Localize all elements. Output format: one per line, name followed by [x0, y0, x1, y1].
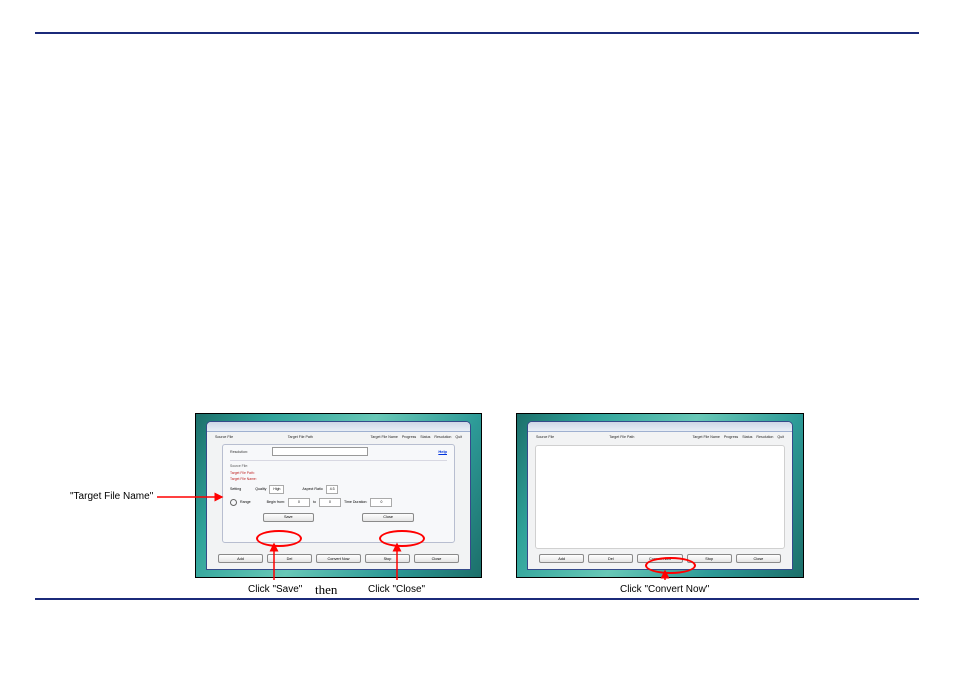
toolbar-convert[interactable]: Convert Now	[316, 554, 361, 563]
time-label: Time Duration:	[344, 500, 367, 504]
col-source-file: Source File	[215, 435, 233, 439]
col-target-path-r: Target File Path	[609, 435, 634, 439]
screenshot-right: Source File Target File Path Target File…	[516, 413, 804, 578]
begin-label: Begin from:	[267, 500, 285, 504]
convert-highlight-circle	[645, 557, 696, 574]
app-window-right: Source File Target File Path Target File…	[527, 421, 793, 570]
range-label: Range	[240, 500, 251, 504]
column-headers: Source File Target File Path Target File…	[207, 432, 470, 442]
content-body-r	[535, 445, 785, 549]
range-row: Range Begin from: 0 to 0 Time Duration: …	[223, 496, 454, 509]
column-headers-r: Source File Target File Path Target File…	[528, 432, 792, 442]
close-highlight-circle	[379, 530, 425, 547]
separator	[230, 460, 447, 461]
save-button[interactable]: Save	[263, 513, 314, 522]
resolution-input[interactable]	[272, 447, 368, 456]
app-window-left: Source File Target File Path Target File…	[206, 421, 471, 570]
callout-then: then	[315, 582, 337, 598]
toolbar-add[interactable]: Add	[218, 554, 263, 563]
annotation-overlay	[0, 0, 954, 691]
col-right-group-r: Target File Name Progress Status Resolut…	[689, 435, 784, 439]
callout-click-save: Click "Save"	[248, 584, 302, 595]
close-button[interactable]: Close	[362, 513, 414, 522]
toolbar-close[interactable]: Close	[414, 554, 459, 563]
toolbar-del[interactable]: Del	[267, 554, 312, 563]
settings-dialog: Resolution: Help Source File: Target Fil…	[222, 444, 455, 543]
dialog-help-link[interactable]: Help	[438, 449, 447, 454]
col-source-file-r: Source File	[536, 435, 554, 439]
quality-select[interactable]: High	[269, 485, 284, 494]
resolution-row: Resolution: Help	[223, 445, 454, 458]
toolbar-del-r[interactable]: Del	[588, 554, 633, 563]
save-highlight-circle	[256, 530, 302, 547]
dialog-button-row: Save Close	[223, 509, 454, 526]
resolution-label: Resolution:	[230, 450, 272, 454]
source-file-label: Source File:	[223, 463, 454, 470]
aspect-label: Aspect Ratio	[302, 487, 322, 491]
callout-click-convert: Click "Convert Now"	[620, 584, 709, 595]
aspect-select[interactable]: 4:3	[326, 485, 339, 494]
top-rule	[35, 32, 919, 34]
target-file-path-label: Target File Path:	[223, 470, 454, 477]
setting-row: Setting Quality High Aspect Ratio 4:3	[223, 483, 454, 496]
quality-label: Quality	[255, 487, 266, 491]
to-spin[interactable]: 0	[319, 498, 341, 507]
window-titlebar	[207, 422, 470, 432]
setting-label: Setting	[230, 487, 241, 491]
col-right-group: Target File Name Progress Status Resolut…	[367, 435, 462, 439]
toolbar-close-r[interactable]: Close	[736, 554, 781, 563]
target-file-name-label: Target File Name:	[223, 476, 454, 483]
to-label: to	[313, 500, 316, 504]
range-radio[interactable]	[230, 499, 237, 506]
bottom-toolbar-left: Add Del Convert Now Stop Close	[216, 554, 461, 563]
begin-spin[interactable]: 0	[288, 498, 310, 507]
screenshot-left: Source File Target File Path Target File…	[195, 413, 482, 578]
time-spin[interactable]: 0	[370, 498, 392, 507]
col-target-path: Target File Path	[288, 435, 313, 439]
window-titlebar-r	[528, 422, 792, 432]
callout-target-file-name: "Target File Name"	[70, 491, 153, 502]
bottom-rule	[35, 598, 919, 600]
toolbar-stop[interactable]: Stop	[365, 554, 410, 563]
callout-click-close: Click "Close"	[368, 584, 425, 595]
toolbar-add-r[interactable]: Add	[539, 554, 584, 563]
